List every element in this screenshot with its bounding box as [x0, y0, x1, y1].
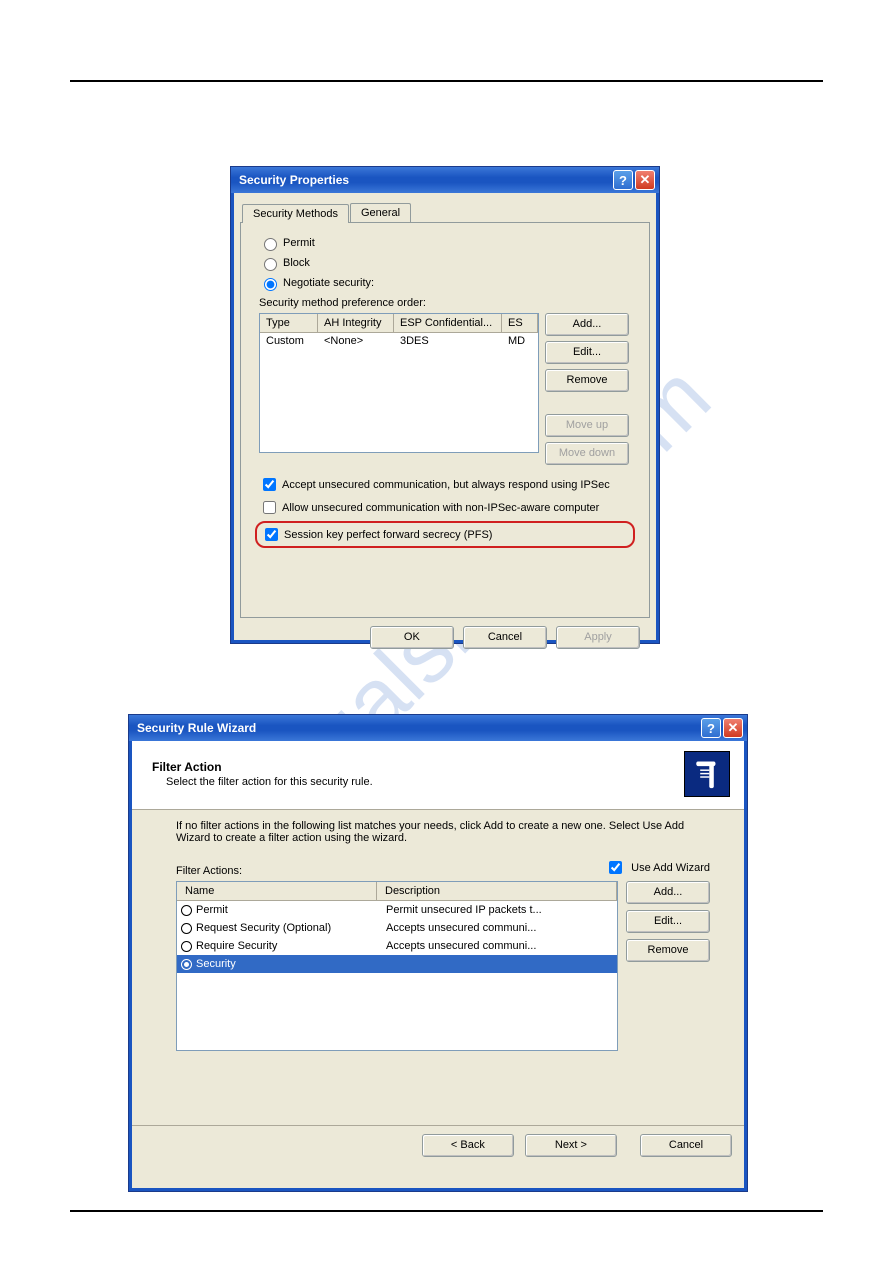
- edit-button[interactable]: Edit...: [545, 341, 629, 364]
- security-rule-wizard-dialog: Security Rule Wizard ? ✕ Filter Action S…: [128, 714, 748, 1192]
- filter-actions-label: Filter Actions:: [176, 865, 242, 877]
- check-use-add-wizard-label: Use Add Wizard: [631, 862, 710, 874]
- close-button[interactable]: ✕: [723, 718, 743, 738]
- col-name[interactable]: Name: [177, 882, 377, 900]
- radio-negotiate-label: Negotiate security:: [283, 277, 374, 289]
- filter-name: Security: [196, 958, 386, 970]
- filter-desc: Accepts unsecured communi...: [386, 922, 613, 934]
- col-ah-integrity[interactable]: AH Integrity: [318, 314, 394, 332]
- filter-row[interactable]: PermitPermit unsecured IP packets t...: [177, 901, 617, 919]
- back-button[interactable]: < Back: [422, 1134, 514, 1157]
- add-button[interactable]: Add...: [545, 313, 629, 336]
- cell-ah: <None>: [318, 333, 394, 349]
- filter-desc: Permit unsecured IP packets t...: [386, 904, 613, 916]
- filter-row[interactable]: Require SecurityAccepts unsecured commun…: [177, 937, 617, 955]
- radio-block-label: Block: [283, 257, 310, 269]
- cancel-button[interactable]: Cancel: [463, 626, 547, 649]
- col-esp-confidential[interactable]: ESP Confidential...: [394, 314, 502, 332]
- security-properties-dialog: Security Properties ? ✕ Security Methods…: [230, 166, 660, 644]
- tab-general[interactable]: General: [350, 203, 411, 222]
- wizard-subtitle: Select the filter action for this securi…: [166, 776, 684, 788]
- scroll-icon: [684, 751, 730, 797]
- close-button[interactable]: ✕: [635, 170, 655, 190]
- help-button[interactable]: ?: [613, 170, 633, 190]
- tab-security-methods[interactable]: Security Methods: [242, 204, 349, 223]
- wizard-header: Filter Action Select the filter action f…: [132, 741, 744, 810]
- pfs-highlight: Session key perfect forward secrecy (PFS…: [255, 521, 635, 548]
- filter-name: Require Security: [196, 940, 386, 952]
- col-es[interactable]: ES: [502, 314, 538, 332]
- check-allow-unsecured[interactable]: [263, 501, 276, 514]
- filter-row[interactable]: Request Security (Optional)Accepts unsec…: [177, 919, 617, 937]
- title-text: Security Properties: [239, 173, 349, 187]
- radio-icon[interactable]: [181, 941, 192, 952]
- wizard-title: Filter Action: [152, 760, 684, 774]
- radio-block[interactable]: [264, 258, 277, 271]
- radio-permit[interactable]: [264, 238, 277, 251]
- apply-button: Apply: [556, 626, 640, 649]
- cancel-button[interactable]: Cancel: [640, 1134, 732, 1157]
- cell-esp: 3DES: [394, 333, 502, 349]
- wizard-intro-text: If no filter actions in the following li…: [176, 820, 710, 844]
- col-type[interactable]: Type: [260, 314, 318, 332]
- filter-row[interactable]: Security: [177, 955, 617, 973]
- filter-name: Request Security (Optional): [196, 922, 386, 934]
- filter-actions-list[interactable]: Name Description PermitPermit unsecured …: [176, 881, 618, 1051]
- title-text: Security Rule Wizard: [137, 721, 256, 735]
- preference-order-label: Security method preference order:: [259, 297, 639, 309]
- help-button[interactable]: ?: [701, 718, 721, 738]
- titlebar[interactable]: Security Rule Wizard ? ✕: [129, 715, 747, 741]
- page-rule-bottom: [70, 1210, 823, 1212]
- page-rule-top: [70, 80, 823, 82]
- tab-panel: Permit Block Negotiate security: Securit…: [240, 222, 650, 618]
- cell-type: Custom: [260, 333, 318, 349]
- ok-button[interactable]: OK: [370, 626, 454, 649]
- radio-negotiate[interactable]: [264, 278, 277, 291]
- radio-icon[interactable]: [181, 905, 192, 916]
- move-up-button: Move up: [545, 414, 629, 437]
- edit-button[interactable]: Edit...: [626, 910, 710, 933]
- add-button[interactable]: Add...: [626, 881, 710, 904]
- filter-desc: Accepts unsecured communi...: [386, 940, 613, 952]
- security-method-list[interactable]: Type AH Integrity ESP Confidential... ES…: [259, 313, 539, 453]
- radio-permit-label: Permit: [283, 237, 315, 249]
- check-pfs[interactable]: [265, 528, 278, 541]
- radio-icon[interactable]: [181, 959, 192, 970]
- remove-button[interactable]: Remove: [626, 939, 710, 962]
- check-allow-unsecured-label: Allow unsecured communication with non-I…: [282, 502, 599, 514]
- titlebar[interactable]: Security Properties ? ✕: [231, 167, 659, 193]
- check-pfs-label: Session key perfect forward secrecy (PFS…: [284, 529, 492, 541]
- method-row[interactable]: Custom <None> 3DES MD: [260, 333, 538, 349]
- col-description[interactable]: Description: [377, 882, 617, 900]
- check-use-add-wizard[interactable]: [609, 861, 622, 874]
- radio-icon[interactable]: [181, 923, 192, 934]
- separator: [132, 1125, 744, 1126]
- move-down-button: Move down: [545, 442, 629, 465]
- next-button[interactable]: Next >: [525, 1134, 617, 1157]
- filter-name: Permit: [196, 904, 386, 916]
- cell-es: MD: [502, 333, 538, 349]
- check-accept-unsecured[interactable]: [263, 478, 276, 491]
- remove-button[interactable]: Remove: [545, 369, 629, 392]
- check-accept-unsecured-label: Accept unsecured communication, but alwa…: [282, 479, 610, 491]
